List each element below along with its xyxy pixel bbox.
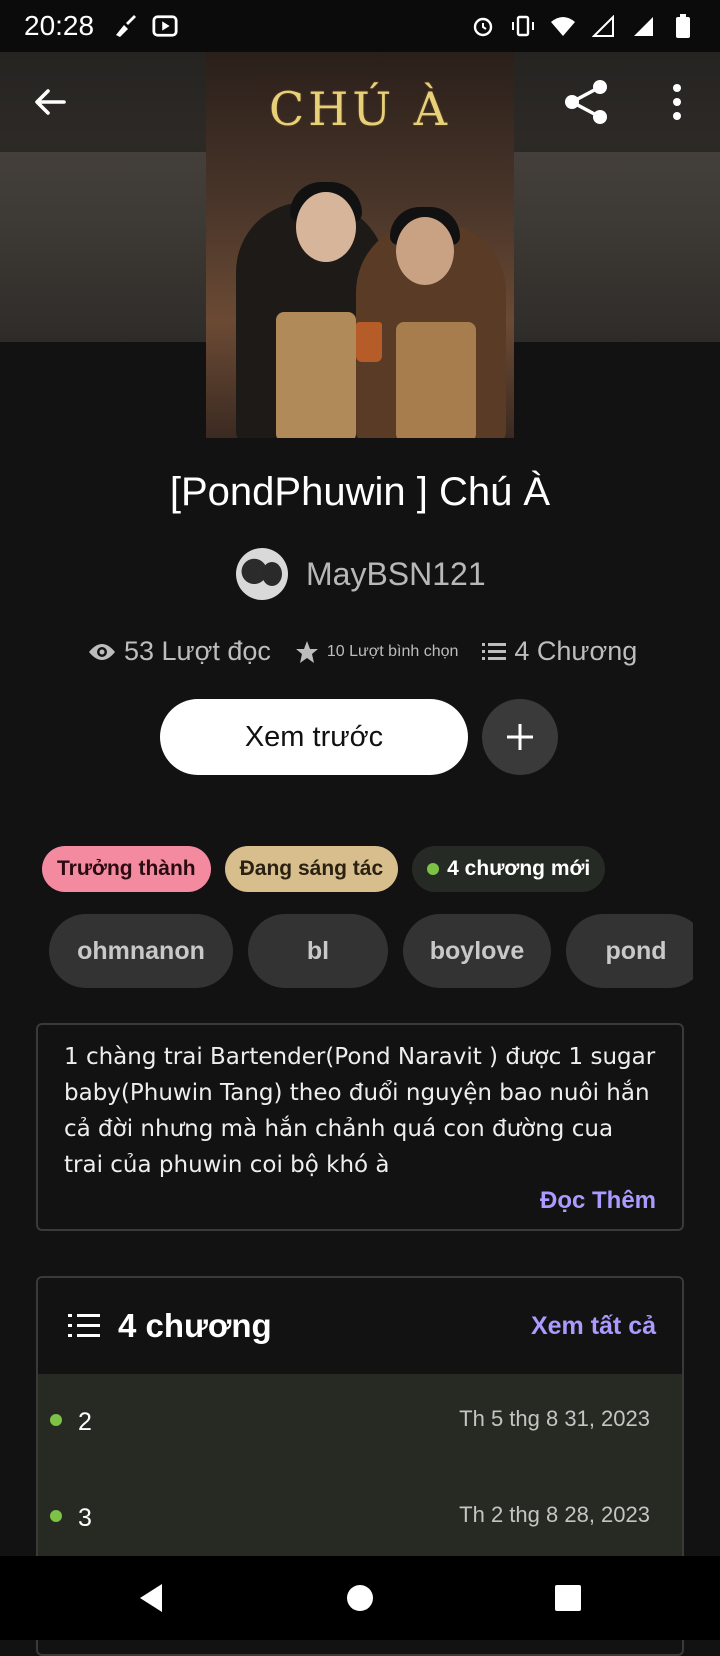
system-nav-bar xyxy=(0,1556,720,1640)
read-more-link[interactable]: Đọc Thêm xyxy=(540,1187,656,1215)
chapter-title: 3 xyxy=(78,1504,92,1532)
chapter-row[interactable]: 3 Th 2 thg 8 28, 2023 xyxy=(38,1470,682,1566)
parts-stat: 4 Chương xyxy=(482,636,637,667)
signal-icon xyxy=(630,13,656,39)
story-title: [PondPhuwin ] Chú À xyxy=(169,470,551,514)
tag-chip[interactable]: pond xyxy=(566,914,693,988)
circle-home-icon xyxy=(347,1585,373,1611)
reads-count: 53 Lượt đọc xyxy=(124,636,271,666)
signal-icon xyxy=(590,13,616,39)
tag-chip[interactable]: ohmnanon xyxy=(49,914,233,988)
back-button[interactable] xyxy=(30,82,70,122)
status-bar: 20:28 xyxy=(0,0,720,52)
vibrate-icon xyxy=(510,13,536,39)
list-icon xyxy=(68,1314,100,1337)
wifi-icon xyxy=(550,13,576,39)
description-box: 1 chàng trai Bartender(Pond Naravit ) đư… xyxy=(36,1023,684,1231)
arrow-left-icon xyxy=(35,89,66,115)
mature-badge: Trưởng thành xyxy=(42,846,211,892)
youtube-icon xyxy=(152,13,178,39)
share-icon xyxy=(565,80,607,124)
votes-stat: 10 Lượt bình chọn xyxy=(295,640,459,664)
story-badges: Trưởng thành Đang sáng tác 4 chương mới xyxy=(42,846,606,892)
ongoing-badge: Đang sáng tác xyxy=(224,846,399,892)
story-stats: 53 Lượt đọc 10 Lượt bình chọn 4 Chương xyxy=(88,636,661,667)
see-all-link[interactable]: Xem tất cả xyxy=(531,1312,656,1341)
status-time: 20:28 xyxy=(24,10,95,41)
status-right-icons xyxy=(470,13,696,39)
battery-icon xyxy=(670,13,696,39)
add-to-library-button[interactable] xyxy=(482,699,558,775)
chapter-list: 2 Th 5 thg 8 31, 2023 3 Th 2 thg 8 28, 2… xyxy=(38,1374,682,1566)
new-dot-icon xyxy=(427,863,440,875)
nav-home-button[interactable] xyxy=(342,1580,378,1616)
tags-row[interactable]: ohmnanon bl boylove pond xyxy=(49,914,693,988)
reads-stat: 53 Lượt đọc xyxy=(88,636,271,667)
list-icon xyxy=(482,642,507,660)
votes-count: 10 Lượt bình chọn xyxy=(326,642,459,660)
nav-recents-button[interactable] xyxy=(550,1580,586,1616)
plus-icon xyxy=(507,724,533,750)
new-chapters-badge: 4 chương mới xyxy=(412,846,606,892)
chapter-title: 2 xyxy=(78,1408,92,1436)
story-cover-image[interactable]: CHÚ À xyxy=(206,52,514,438)
star-icon xyxy=(295,640,318,663)
share-button[interactable] xyxy=(562,78,610,126)
chapter-row[interactable]: 2 Th 5 thg 8 31, 2023 xyxy=(38,1374,682,1470)
chapters-count: 4 chương xyxy=(118,1307,272,1344)
preview-button[interactable]: Xem trước xyxy=(160,699,468,775)
description-text: 1 chàng trai Bartender(Pond Naravit ) đư… xyxy=(64,1044,656,1178)
chapter-date: Th 5 thg 8 31, 2023 xyxy=(459,1406,650,1431)
alarm-icon xyxy=(470,13,496,39)
nav-back-button[interactable] xyxy=(134,1580,170,1616)
eye-icon xyxy=(89,643,115,660)
new-chapters-label: 4 chương mới xyxy=(447,857,591,880)
square-recents-icon xyxy=(555,1585,581,1611)
more-options-button[interactable] xyxy=(662,82,692,122)
more-vertical-icon xyxy=(673,84,681,120)
tag-chip[interactable]: boylove xyxy=(403,914,551,988)
new-dot-icon xyxy=(50,1414,62,1426)
parts-count: 4 Chương xyxy=(514,636,638,666)
author-row[interactable]: MayBSN121 xyxy=(236,548,486,600)
chapters-header[interactable]: 4 chương Xem tất cả xyxy=(38,1278,682,1374)
new-dot-icon xyxy=(50,1510,62,1522)
author-name[interactable]: MayBSN121 xyxy=(306,556,486,593)
cover-title-text: CHÚ À xyxy=(269,82,451,136)
status-left-icons xyxy=(112,13,178,39)
triangle-back-icon xyxy=(140,1584,162,1612)
broom-icon xyxy=(112,13,138,39)
tag-chip[interactable]: bl xyxy=(248,914,388,988)
author-avatar[interactable] xyxy=(236,548,288,600)
chapter-date: Th 2 thg 8 28, 2023 xyxy=(459,1502,650,1527)
